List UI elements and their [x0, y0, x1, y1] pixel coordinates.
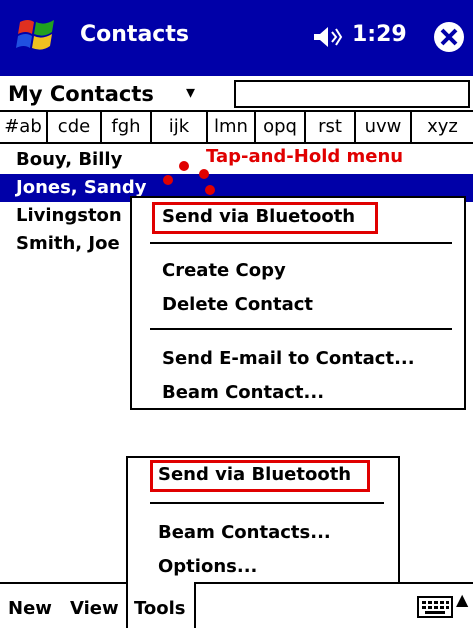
sip-arrow-icon[interactable]: ▲ — [456, 590, 468, 609]
menu-item-beam-contacts[interactable]: Beam Contacts... — [158, 522, 331, 543]
menu-separator — [150, 242, 452, 244]
menu-item-create-copy[interactable]: Create Copy — [162, 260, 286, 281]
menu-item-send-email[interactable]: Send E-mail to Contact... — [162, 348, 415, 369]
menu-item-beam-contact[interactable]: Beam Contact... — [162, 382, 324, 403]
clock[interactable]: 1:29 — [352, 22, 407, 47]
tab-lmn[interactable]: lmn — [208, 112, 256, 142]
menu-item-send-bluetooth[interactable]: Send via Bluetooth — [158, 464, 351, 485]
menu-separator — [150, 328, 452, 330]
menu-item-options[interactable]: Options... — [158, 556, 257, 577]
search-input[interactable] — [234, 80, 470, 108]
menu-item-delete-contact[interactable]: Delete Contact — [162, 294, 313, 315]
keyboard-icon[interactable] — [416, 594, 456, 620]
menu-item-send-bluetooth[interactable]: Send via Bluetooth — [162, 206, 355, 227]
new-button[interactable]: New — [8, 598, 52, 619]
menu-separator — [150, 502, 384, 504]
tab-ijk[interactable]: ijk — [152, 112, 208, 142]
tools-menu-tab[interactable]: Tools — [126, 582, 196, 628]
view-menu[interactable]: View — [70, 598, 119, 619]
tools-menu-label: Tools — [134, 598, 186, 619]
tab-fgh[interactable]: fgh — [102, 112, 152, 142]
dropdown-arrow-icon[interactable]: ▾ — [186, 82, 195, 103]
title-bar: Contacts 1:29 — [0, 0, 473, 76]
menu-bar: New View Tools ▲ — [0, 582, 473, 628]
filter-row: My Contacts ▾ — [0, 76, 473, 112]
category-dropdown[interactable]: My Contacts — [8, 82, 154, 106]
tab-opq[interactable]: opq — [256, 112, 306, 142]
tab-ab[interactable]: #ab — [0, 112, 48, 142]
speaker-icon[interactable] — [310, 20, 344, 54]
tab-uvw[interactable]: uvw — [356, 112, 412, 142]
app-title: Contacts — [80, 22, 189, 47]
tab-cde[interactable]: cde — [48, 112, 102, 142]
tab-xyz[interactable]: xyz — [412, 112, 473, 142]
windows-start-icon[interactable] — [12, 12, 62, 60]
tab-rst[interactable]: rst — [306, 112, 356, 142]
close-icon[interactable] — [432, 20, 466, 54]
alphabet-tabs: #ab cde fgh ijk lmn opq rst uvw xyz — [0, 112, 473, 144]
context-menu: Send via Bluetooth Create Copy Delete Co… — [130, 196, 466, 410]
